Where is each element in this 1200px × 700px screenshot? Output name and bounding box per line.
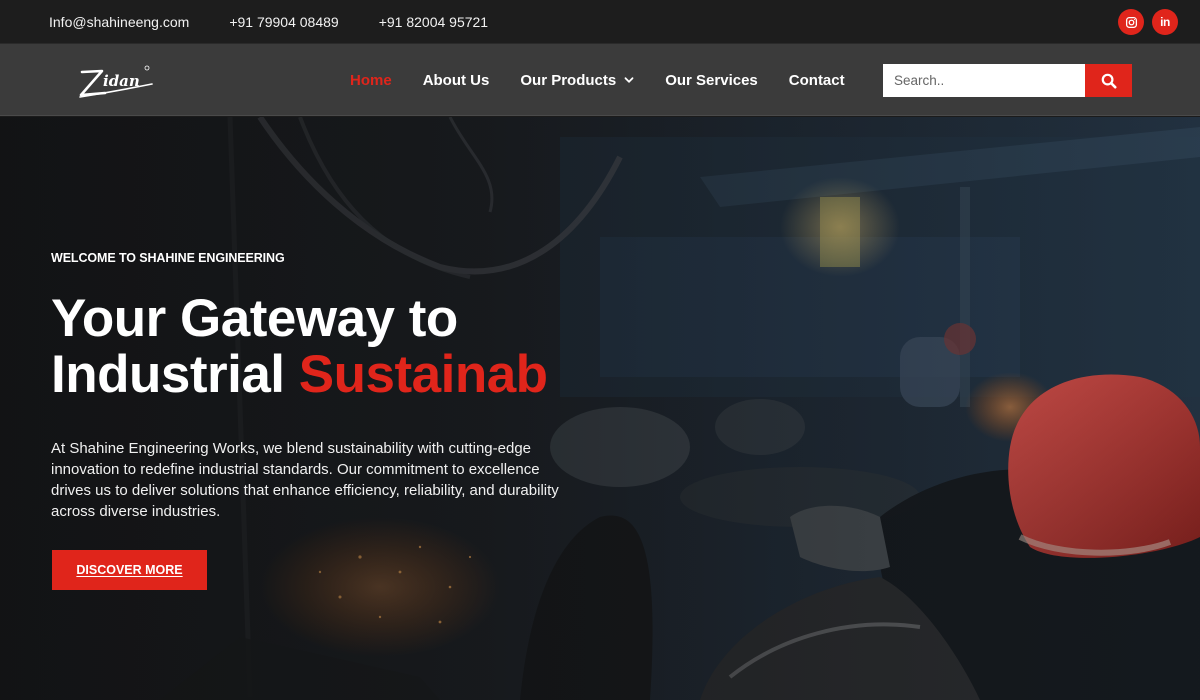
- social-links: in: [1118, 9, 1178, 35]
- nav-home[interactable]: Home: [350, 72, 392, 89]
- instagram-icon: [1125, 16, 1137, 28]
- phone-link-2[interactable]: +91 82004 95721: [379, 14, 488, 30]
- instagram-button[interactable]: [1118, 9, 1144, 35]
- nav-our-services[interactable]: Our Services: [665, 72, 758, 89]
- search-form: [883, 64, 1132, 97]
- primary-nav: Home About Us Our Products Our Services …: [350, 44, 876, 116]
- nav-contact[interactable]: Contact: [789, 72, 845, 89]
- hero-intro-text: At Shahine Engineering Works, we blend s…: [51, 440, 559, 520]
- chevron-down-icon: [624, 77, 634, 83]
- hero-overlay: [0, 117, 1200, 700]
- search-input[interactable]: [883, 64, 1085, 97]
- nav-about-us[interactable]: About Us: [423, 72, 490, 89]
- zidan-logo[interactable]: idan: [72, 58, 158, 102]
- search-icon: [1101, 73, 1116, 88]
- hero-headline-line2-prefix: Industrial: [51, 345, 299, 403]
- hero-headline-line1: Your Gateway to: [51, 291, 458, 348]
- main-header: idan Home About Us Our Products Our Serv…: [0, 44, 1200, 116]
- zidan-logo-mark: idan: [79, 65, 153, 98]
- nav-our-products-label: Our Products: [520, 71, 617, 89]
- linkedin-button[interactable]: in: [1152, 9, 1178, 35]
- discover-more-button[interactable]: DISCOVER MORE: [52, 550, 207, 590]
- phone-link-1[interactable]: +91 79904 08489: [229, 14, 338, 30]
- search-button[interactable]: [1085, 64, 1132, 97]
- linkedin-icon: in: [1160, 15, 1170, 29]
- hero-eyebrow: WELCOME TO SHAHINE ENGINEERING: [51, 251, 285, 265]
- hero-headline: Your Gateway to Industrial Sustainable: [51, 291, 551, 403]
- hero-headline-accent: Sustainable: [298, 345, 551, 403]
- nav-our-products[interactable]: Our Products: [520, 72, 634, 89]
- top-contact-bar: Info@shahineeng.com +91 79904 08489 +91 …: [0, 0, 1200, 44]
- email-link[interactable]: Info@shahineeng.com: [49, 14, 189, 30]
- hero-section: WELCOME TO SHAHINE ENGINEERING Your Gate…: [0, 117, 1200, 700]
